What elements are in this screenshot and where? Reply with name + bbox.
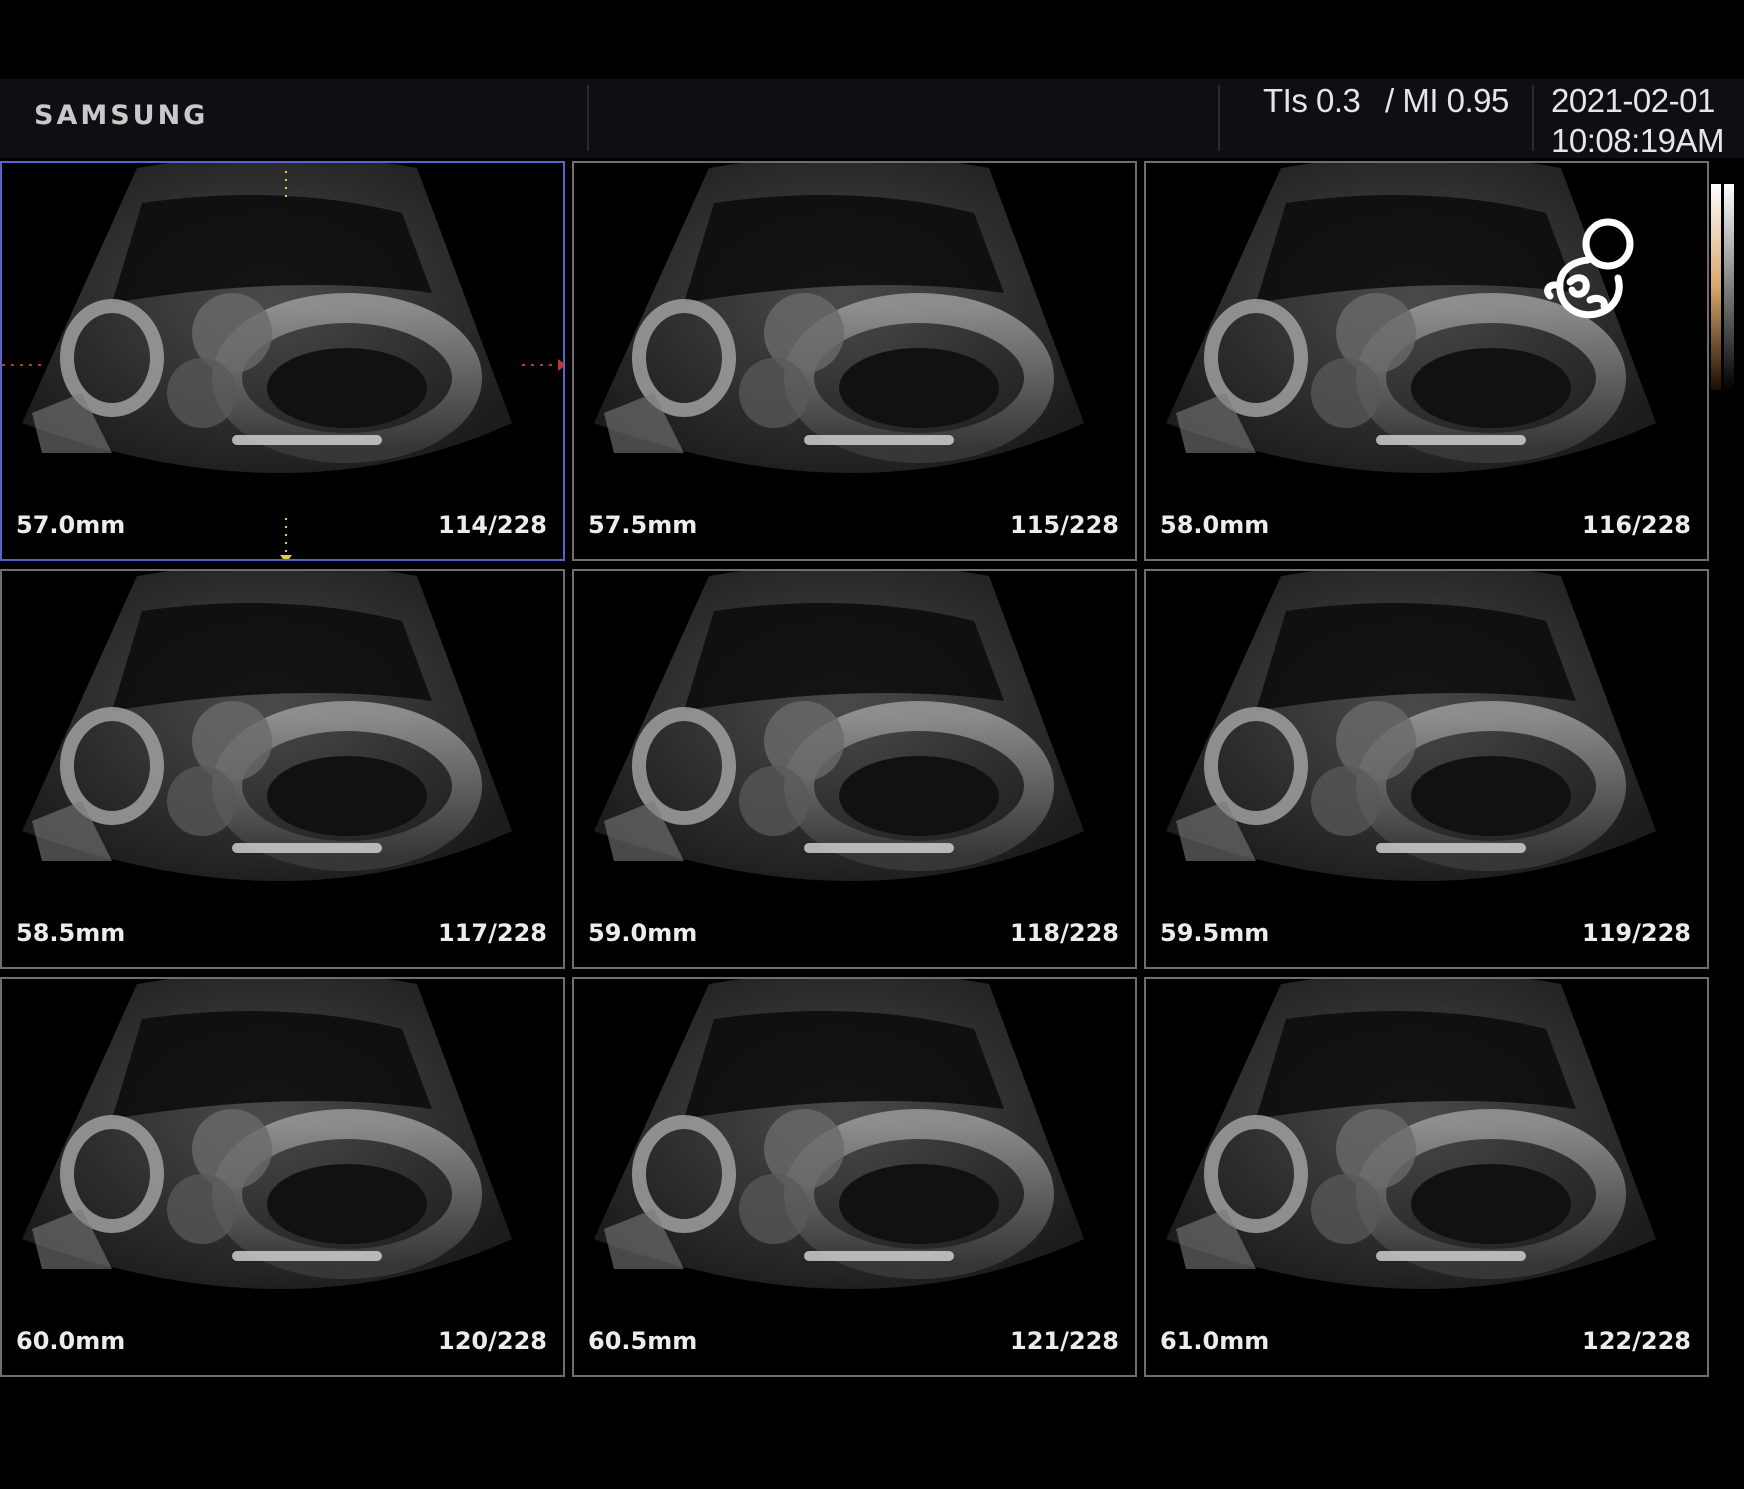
tis-value: TIs 0.3 [1263, 82, 1361, 119]
ultrasound-image [1166, 979, 1656, 1289]
date-readout: 2021-02-01 [1551, 82, 1715, 119]
slice-frame-counter: 116/228 [1582, 511, 1691, 539]
ultrasound-image [22, 571, 512, 881]
grayscale-colorbar [1711, 184, 1734, 390]
ultrasound-slice-tile[interactable]: 59.5mm 119/228 [1144, 569, 1709, 969]
slice-depth-label: 57.5mm [588, 511, 698, 539]
slice-depth-label: 59.0mm [588, 919, 698, 947]
time-readout: 10:08:19AM [1551, 122, 1724, 159]
slice-frame-counter: 122/228 [1582, 1327, 1691, 1355]
header-divider [1218, 85, 1220, 151]
slice-position-markers[interactable] [2, 163, 565, 561]
slice-depth-label: 60.0mm [16, 1327, 126, 1355]
slice-frame-counter: 115/228 [1010, 511, 1119, 539]
slice-frame-counter: 120/228 [438, 1327, 547, 1355]
ultrasound-slice-tile[interactable]: 60.5mm 121/228 [572, 977, 1137, 1377]
ultrasound-slice-tile[interactable]: 58.5mm 117/228 [0, 569, 565, 969]
ultrasound-slice-tile[interactable]: 57.0mm 114/228 [0, 161, 565, 561]
brand-logo: SAMSUNG [34, 100, 209, 131]
slice-frame-counter: 119/228 [1582, 919, 1691, 947]
slice-frame-counter: 117/228 [438, 919, 547, 947]
ultrasound-slice-tile[interactable]: 60.0mm 120/228 [0, 977, 565, 1377]
ultrasound-image [1166, 571, 1656, 881]
ultrasound-image [594, 163, 1084, 473]
mi-value: / MI 0.95 [1385, 82, 1509, 119]
slice-depth-label: 60.5mm [588, 1327, 698, 1355]
ultrasound-image [594, 571, 1084, 881]
ultrasound-slice-tile[interactable]: 57.5mm 115/228 [572, 161, 1137, 561]
ultrasound-slice-tile[interactable]: 61.0mm 122/228 [1144, 977, 1709, 1377]
slice-depth-label: 61.0mm [1160, 1327, 1270, 1355]
slice-frame-counter: 121/228 [1010, 1327, 1119, 1355]
slice-depth-label: 58.5mm [16, 919, 126, 947]
slice-depth-label: 58.0mm [1160, 511, 1270, 539]
fetus-icon [1544, 218, 1634, 319]
ultrasound-image [594, 979, 1084, 1289]
top-bar: SAMSUNG TIs 0.3 / MI 0.95 2021-02-01 10:… [0, 79, 1744, 159]
slice-frame-counter: 114/228 [438, 511, 547, 539]
slice-depth-label: 57.0mm [16, 511, 126, 539]
header-divider [1532, 85, 1534, 151]
slice-depth-label: 59.5mm [1160, 919, 1270, 947]
header-divider [587, 85, 589, 151]
ultrasound-image [22, 979, 512, 1289]
ultrasound-slice-tile[interactable]: 59.0mm 118/228 [572, 569, 1137, 969]
slice-frame-counter: 118/228 [1010, 919, 1119, 947]
